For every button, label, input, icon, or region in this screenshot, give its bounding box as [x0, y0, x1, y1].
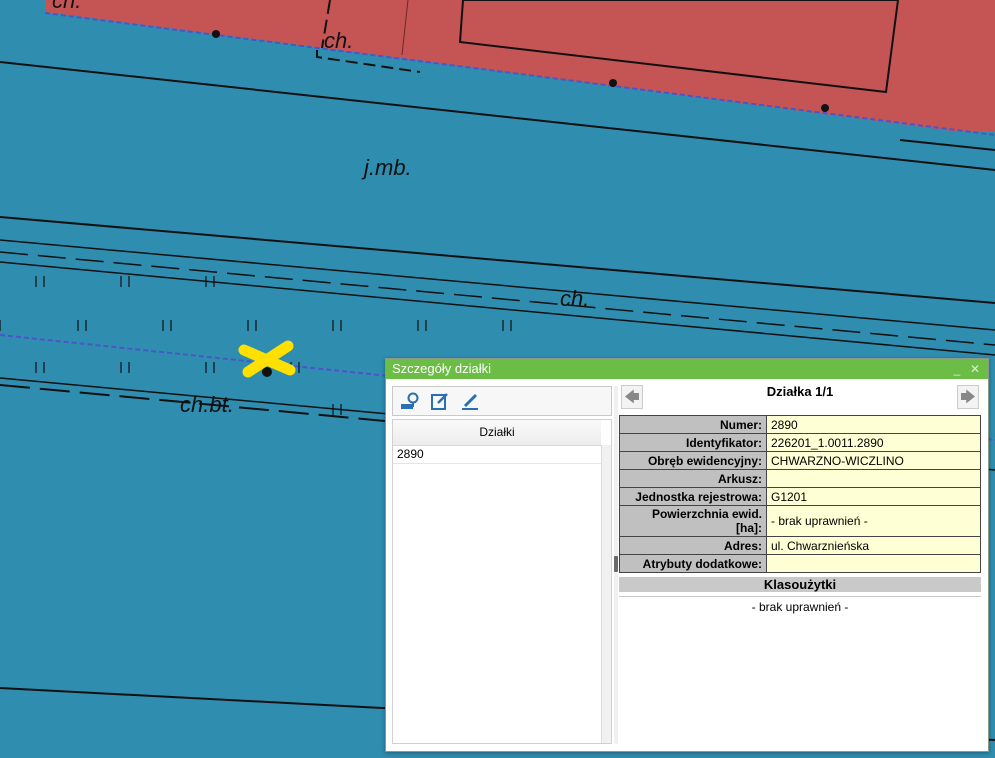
parcel-navigation: 🡄 Działka 1/1 🡆 [619, 383, 981, 415]
parcel-list: Działki 2890 [392, 419, 612, 744]
attr-value: - brak uprawnień - [766, 505, 981, 537]
attr-value: 2890 [766, 415, 981, 434]
pane-splitter[interactable] [614, 386, 618, 744]
attr-value [766, 554, 981, 573]
map-label-jmb: j.mb. [361, 155, 412, 180]
table-row: Arkusz: [619, 469, 981, 488]
attr-label: Atrybuty dodatkowe: [619, 554, 767, 573]
list-item[interactable]: 2890 [393, 446, 601, 464]
parcel-list-pane: Działki 2890 [392, 386, 612, 744]
attr-label: Arkusz: [619, 469, 767, 488]
pencil-icon [462, 393, 478, 410]
table-row: Powierzchnia ewid. [ha]: - brak uprawnień… [619, 505, 981, 537]
map-label-ch-topleft: ch. [52, 0, 81, 13]
klasouzytki-content: - brak uprawnień - [751, 600, 849, 614]
pencil-button[interactable] [457, 389, 483, 413]
table-row: Identyfikator: 226201_1.0011.2890 [619, 433, 981, 452]
attr-label: Powierzchnia ewid. [ha]: [619, 505, 767, 537]
attr-value: G1201 [766, 487, 981, 506]
splitter-grip[interactable] [614, 556, 618, 572]
parcel-toolbar [392, 386, 612, 416]
table-row: Jednostka rejestrowa: G1201 [619, 487, 981, 506]
attr-value: CHWARZNO-WICZLINO [766, 451, 981, 470]
attr-value: ul. Chwarznieńska [766, 536, 981, 555]
klasouzytki-header: Klasoużytki [619, 577, 981, 592]
parcel-attributes-table: Numer: 2890 Identyfikator: 226201_1.0011.2… [619, 415, 981, 573]
next-parcel-button[interactable]: 🡆 [957, 385, 979, 409]
map-label-chbt: ch.bt. [180, 392, 234, 417]
divider [619, 596, 981, 597]
parcel-counter: Działka 1/1 [766, 384, 834, 399]
table-row: Obręb ewidencyjny: CHWARZNO-WICZLINO [619, 451, 981, 470]
locate-parcel-button[interactable] [397, 389, 423, 413]
attr-label: Obręb ewidencyjny: [619, 451, 767, 470]
attr-label: Adres: [619, 536, 767, 555]
table-row: Atrybuty dodatkowe: [619, 554, 981, 573]
parcel-detail-pane: 🡄 Działka 1/1 🡆 Numer: 2890 Identyfikator… [619, 383, 981, 745]
table-row: Adres: ul. Chwarznieńska [619, 536, 981, 555]
attr-value [766, 469, 981, 488]
minimize-button[interactable]: _ [950, 359, 964, 379]
parcel-details-dialog: Szczegóły działki _ ✕ Działki 2890 🡄 Dzi… [385, 358, 989, 752]
map-label-ch-right: ch. [560, 286, 589, 311]
dialog-title: Szczegóły działki [392, 361, 491, 376]
attr-label: Identyfikator: [619, 433, 767, 452]
list-scrollbar[interactable] [601, 445, 611, 743]
locate-parcel-icon [401, 392, 419, 409]
map-label-ch-top: ch. [324, 28, 353, 53]
edit-note-icon [431, 393, 448, 410]
table-row: Numer: 2890 [619, 415, 981, 434]
edit-note-button[interactable] [427, 389, 453, 413]
dialog-titlebar[interactable]: Szczegóły działki _ ✕ [386, 359, 988, 379]
close-button[interactable]: ✕ [968, 359, 982, 379]
attr-label: Jednostka rejestrowa: [619, 487, 767, 506]
attr-label: Numer: [619, 415, 767, 434]
attr-value: 226201_1.0011.2890 [766, 433, 981, 452]
parcel-list-header[interactable]: Działki [393, 420, 601, 446]
